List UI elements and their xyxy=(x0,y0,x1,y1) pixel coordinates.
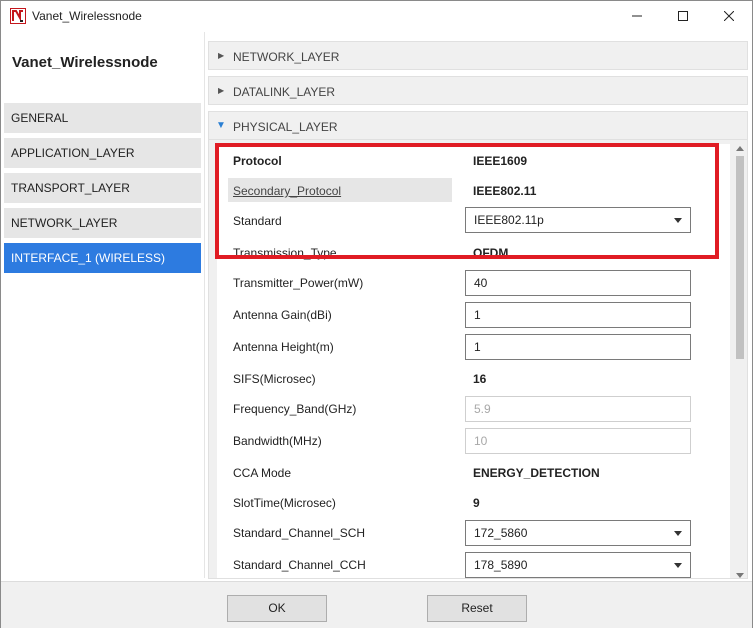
cca-mode-value: ENERGY_DETECTION xyxy=(473,466,600,480)
frequency-band-label: Frequency_Band(GHz) xyxy=(233,402,357,416)
minimize-button[interactable] xyxy=(614,1,660,31)
scroll-down-icon[interactable] xyxy=(736,573,744,578)
annotation-highlight-box xyxy=(215,143,719,259)
section-label: NETWORK_LAYER xyxy=(233,50,340,64)
maximize-button[interactable] xyxy=(660,1,706,31)
channel-cch-selected-value: 178_5890 xyxy=(474,558,528,572)
reset-button[interactable]: Reset xyxy=(427,595,527,622)
cca-mode-label: CCA Mode xyxy=(233,466,292,480)
channel-sch-selected-value: 172_5860 xyxy=(474,526,528,540)
expand-arrow-icon: ▶ xyxy=(218,51,225,60)
sidebar-item-network-layer[interactable]: NETWORK_LAYER xyxy=(4,208,201,238)
sidebar-divider xyxy=(204,32,205,578)
standard-channel-cch-label: Standard_Channel_CCH xyxy=(233,558,366,572)
slot-time-label: SlotTime(Microsec) xyxy=(233,496,336,510)
frequency-band-input: 5.9 xyxy=(465,396,691,422)
bandwidth-input: 10 xyxy=(465,428,691,454)
chevron-down-icon xyxy=(674,563,682,568)
bandwidth-label: Bandwidth(MHz) xyxy=(233,434,322,448)
scroll-up-icon[interactable] xyxy=(736,146,744,151)
slot-time-value: 9 xyxy=(473,496,480,510)
antenna-height-input[interactable]: 1 xyxy=(465,334,691,360)
scrollbar-thumb[interactable] xyxy=(736,156,744,359)
ok-button[interactable]: OK xyxy=(227,595,327,622)
sidebar-item-transport-layer[interactable]: TRANSPORT_LAYER xyxy=(4,173,201,203)
transmitter-power-input[interactable]: 40 xyxy=(465,270,691,296)
sidebar-item-application-layer[interactable]: APPLICATION_LAYER xyxy=(4,138,201,168)
section-network-layer[interactable]: ▶ NETWORK_LAYER xyxy=(208,41,748,70)
maximize-icon xyxy=(678,11,688,21)
vertical-scrollbar[interactable] xyxy=(733,144,747,578)
section-physical-layer[interactable]: ▼ PHYSICAL_LAYER xyxy=(208,111,748,140)
section-label: DATALINK_LAYER xyxy=(233,85,336,99)
section-datalink-layer[interactable]: ▶ DATALINK_LAYER xyxy=(208,76,748,105)
window-title: Vanet_Wirelessnode xyxy=(32,9,142,23)
sidebar-item-interface-1-wireless[interactable]: INTERFACE_1 (WIRELESS) xyxy=(4,243,201,273)
collapse-arrow-icon: ▼ xyxy=(216,120,226,131)
expand-arrow-icon: ▶ xyxy=(218,86,225,95)
transmitter-power-label: Transmitter_Power(mW) xyxy=(233,276,364,290)
title-bar: Vanet_Wirelessnode xyxy=(1,1,752,31)
chevron-down-icon xyxy=(674,531,682,536)
device-name-title: Vanet_Wirelessnode xyxy=(12,54,158,71)
sifs-value: 16 xyxy=(473,372,487,386)
sidebar-item-general[interactable]: GENERAL xyxy=(4,103,201,133)
minimize-icon xyxy=(632,15,642,17)
close-icon xyxy=(724,11,734,21)
dialog-footer: OK Reset xyxy=(1,581,752,628)
sifs-label: SIFS(Microsec) xyxy=(233,372,316,386)
standard-channel-sch-dropdown[interactable]: 172_5860 xyxy=(465,520,691,546)
app-logo-icon xyxy=(10,8,26,24)
standard-channel-cch-dropdown[interactable]: 178_5890 xyxy=(465,552,691,578)
antenna-gain-label: Antenna Gain(dBi) xyxy=(233,308,332,322)
close-button[interactable] xyxy=(706,1,752,31)
section-label: PHYSICAL_LAYER xyxy=(233,120,338,134)
antenna-height-label: Antenna Height(m) xyxy=(233,340,334,354)
antenna-gain-input[interactable]: 1 xyxy=(465,302,691,328)
properties-window: Vanet_Wirelessnode Vanet_Wirelessnode GE… xyxy=(0,0,753,628)
standard-channel-sch-label: Standard_Channel_SCH xyxy=(233,526,366,540)
